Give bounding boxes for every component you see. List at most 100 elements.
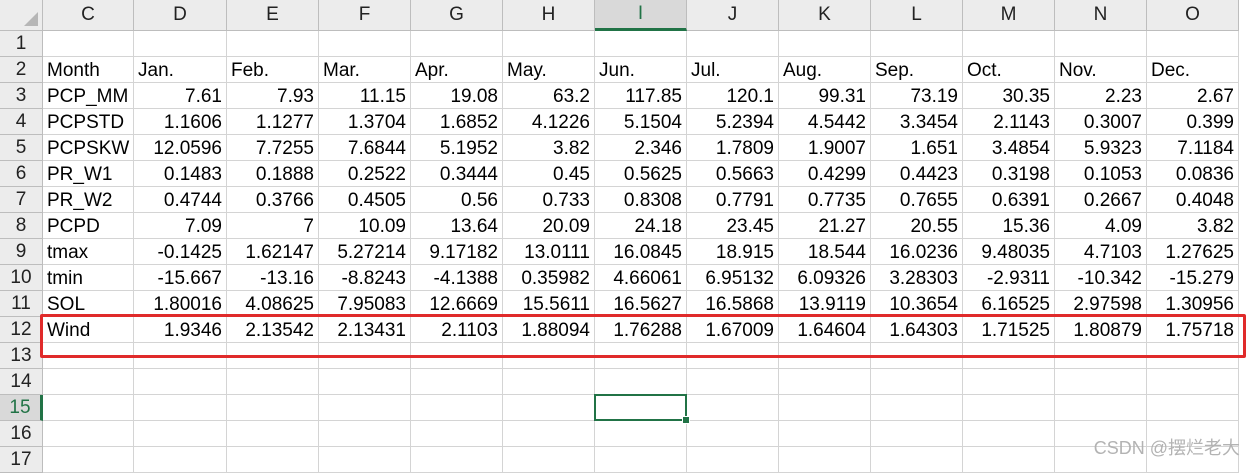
- cell-f10[interactable]: -8.8243: [319, 265, 411, 291]
- column-header-h[interactable]: H: [503, 0, 595, 31]
- cell-h11[interactable]: 15.5611: [503, 291, 595, 317]
- cell-n5[interactable]: 5.9323: [1055, 135, 1147, 161]
- cell-k17[interactable]: [779, 447, 871, 473]
- cell-i7[interactable]: 0.8308: [595, 187, 687, 213]
- cell-m6[interactable]: 0.3198: [963, 161, 1055, 187]
- column-header-m[interactable]: M: [963, 0, 1055, 31]
- cell-c10[interactable]: tmin: [43, 265, 134, 291]
- cell-h7[interactable]: 0.733: [503, 187, 595, 213]
- cell-j10[interactable]: 6.95132: [687, 265, 779, 291]
- cell-o8[interactable]: 3.82: [1147, 213, 1239, 239]
- cell-f8[interactable]: 10.09: [319, 213, 411, 239]
- row-header-16[interactable]: 16: [0, 421, 43, 447]
- cell-d10[interactable]: -15.667: [134, 265, 227, 291]
- cell-i4[interactable]: 5.1504: [595, 109, 687, 135]
- cell-m7[interactable]: 0.6391: [963, 187, 1055, 213]
- cell-d11[interactable]: 1.80016: [134, 291, 227, 317]
- cell-h6[interactable]: 0.45: [503, 161, 595, 187]
- cell-g9[interactable]: 9.17182: [411, 239, 503, 265]
- cell-d17[interactable]: [134, 447, 227, 473]
- row-header-17[interactable]: 17: [0, 447, 43, 473]
- cell-m4[interactable]: 2.1143: [963, 109, 1055, 135]
- row-header-13[interactable]: 13: [0, 343, 43, 369]
- row-header-11[interactable]: 11: [0, 291, 43, 317]
- cell-e3[interactable]: 7.93: [227, 83, 319, 109]
- cell-m11[interactable]: 6.16525: [963, 291, 1055, 317]
- row-header-7[interactable]: 7: [0, 187, 43, 213]
- cell-g13[interactable]: [411, 343, 503, 369]
- row-header-3[interactable]: 3: [0, 83, 43, 109]
- cell-h3[interactable]: 63.2: [503, 83, 595, 109]
- cell-o12[interactable]: 1.75718: [1147, 317, 1239, 343]
- cell-g17[interactable]: [411, 447, 503, 473]
- cell-l15[interactable]: [871, 395, 963, 421]
- cell-m17[interactable]: [963, 447, 1055, 473]
- cell-n6[interactable]: 0.1053: [1055, 161, 1147, 187]
- cell-n7[interactable]: 0.2667: [1055, 187, 1147, 213]
- cell-e6[interactable]: 0.1888: [227, 161, 319, 187]
- cell-e11[interactable]: 4.08625: [227, 291, 319, 317]
- cell-l2[interactable]: Sep.: [871, 57, 963, 83]
- column-header-o[interactable]: O: [1147, 0, 1239, 31]
- cell-e13[interactable]: [227, 343, 319, 369]
- cell-k5[interactable]: 1.9007: [779, 135, 871, 161]
- cell-j14[interactable]: [687, 369, 779, 395]
- cell-k15[interactable]: [779, 395, 871, 421]
- cell-i1[interactable]: [595, 31, 687, 57]
- cell-e1[interactable]: [227, 31, 319, 57]
- active-cell-selection[interactable]: [594, 394, 690, 424]
- cell-n2[interactable]: Nov.: [1055, 57, 1147, 83]
- row-header-6[interactable]: 6: [0, 161, 43, 187]
- cell-n13[interactable]: [1055, 343, 1147, 369]
- cell-o5[interactable]: 7.1184: [1147, 135, 1239, 161]
- cell-m3[interactable]: 30.35: [963, 83, 1055, 109]
- cell-c12[interactable]: Wind: [43, 317, 134, 343]
- cell-e16[interactable]: [227, 421, 319, 447]
- column-header-e[interactable]: E: [227, 0, 319, 31]
- column-header-j[interactable]: J: [687, 0, 779, 31]
- cell-i6[interactable]: 0.5625: [595, 161, 687, 187]
- column-header-f[interactable]: F: [319, 0, 411, 31]
- cell-i14[interactable]: [595, 369, 687, 395]
- cell-c7[interactable]: PR_W2: [43, 187, 134, 213]
- cell-g6[interactable]: 0.3444: [411, 161, 503, 187]
- cell-l3[interactable]: 73.19: [871, 83, 963, 109]
- cell-l17[interactable]: [871, 447, 963, 473]
- cell-c3[interactable]: PCP_MM: [43, 83, 134, 109]
- cell-o9[interactable]: 1.27625: [1147, 239, 1239, 265]
- cell-m13[interactable]: [963, 343, 1055, 369]
- cell-n12[interactable]: 1.80879: [1055, 317, 1147, 343]
- cell-j11[interactable]: 16.5868: [687, 291, 779, 317]
- cell-j4[interactable]: 5.2394: [687, 109, 779, 135]
- cell-j12[interactable]: 1.67009: [687, 317, 779, 343]
- cell-i3[interactable]: 117.85: [595, 83, 687, 109]
- cell-n4[interactable]: 0.3007: [1055, 109, 1147, 135]
- cell-l10[interactable]: 3.28303: [871, 265, 963, 291]
- cell-o14[interactable]: [1147, 369, 1239, 395]
- cell-o7[interactable]: 0.4048: [1147, 187, 1239, 213]
- cell-f6[interactable]: 0.2522: [319, 161, 411, 187]
- cell-o4[interactable]: 0.399: [1147, 109, 1239, 135]
- cell-o11[interactable]: 1.30956: [1147, 291, 1239, 317]
- cell-n1[interactable]: [1055, 31, 1147, 57]
- cell-e10[interactable]: -13.16: [227, 265, 319, 291]
- cell-j15[interactable]: [687, 395, 779, 421]
- cell-d1[interactable]: [134, 31, 227, 57]
- cell-c17[interactable]: [43, 447, 134, 473]
- cell-h15[interactable]: [503, 395, 595, 421]
- column-header-c[interactable]: C: [43, 0, 134, 31]
- cell-i9[interactable]: 16.0845: [595, 239, 687, 265]
- cell-d7[interactable]: 0.4744: [134, 187, 227, 213]
- cell-h10[interactable]: 0.35982: [503, 265, 595, 291]
- cell-f9[interactable]: 5.27214: [319, 239, 411, 265]
- cell-h17[interactable]: [503, 447, 595, 473]
- cell-l6[interactable]: 0.4423: [871, 161, 963, 187]
- cell-h16[interactable]: [503, 421, 595, 447]
- row-header-15[interactable]: 15: [0, 395, 43, 421]
- cell-j2[interactable]: Jul.: [687, 57, 779, 83]
- cell-d16[interactable]: [134, 421, 227, 447]
- cell-k14[interactable]: [779, 369, 871, 395]
- cell-j3[interactable]: 120.1: [687, 83, 779, 109]
- cell-l5[interactable]: 1.651: [871, 135, 963, 161]
- cell-k8[interactable]: 21.27: [779, 213, 871, 239]
